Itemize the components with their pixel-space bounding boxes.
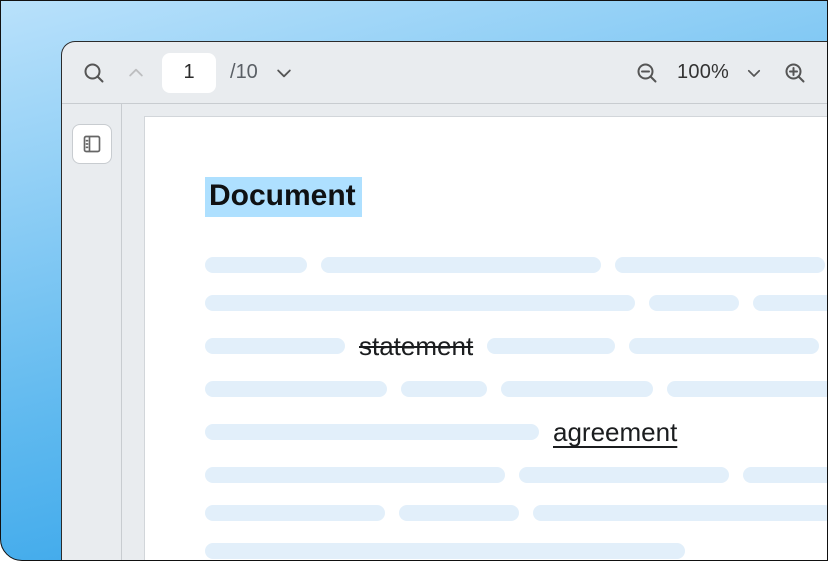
sidebar <box>62 104 122 560</box>
zoom-in-button[interactable] <box>779 57 811 89</box>
next-page-button[interactable] <box>268 57 300 89</box>
underline-annotation[interactable]: agreement <box>553 419 677 445</box>
zoom-level-label: 100% <box>677 61 729 84</box>
page-total-label: /10 <box>230 61 258 84</box>
document-body: statement agreement <box>205 257 827 559</box>
search-button[interactable] <box>78 57 110 89</box>
zoom-dropdown-button[interactable] <box>743 57 765 89</box>
total-pages: 10 <box>236 61 258 83</box>
prev-page-button[interactable] <box>120 57 152 89</box>
zoom-controls: 100% <box>631 57 811 89</box>
pdf-viewer-window: /10 100% <box>61 41 827 560</box>
document-area[interactable]: Document <box>122 104 827 560</box>
strikethrough-annotation[interactable]: statement <box>359 333 473 359</box>
document-page: Document <box>144 116 827 560</box>
thumbnails-toggle-button[interactable] <box>72 124 112 164</box>
document-title[interactable]: Document <box>205 177 362 217</box>
toolbar: /10 100% <box>62 42 827 104</box>
zoom-out-button[interactable] <box>631 57 663 89</box>
page-number-input[interactable] <box>162 53 216 93</box>
